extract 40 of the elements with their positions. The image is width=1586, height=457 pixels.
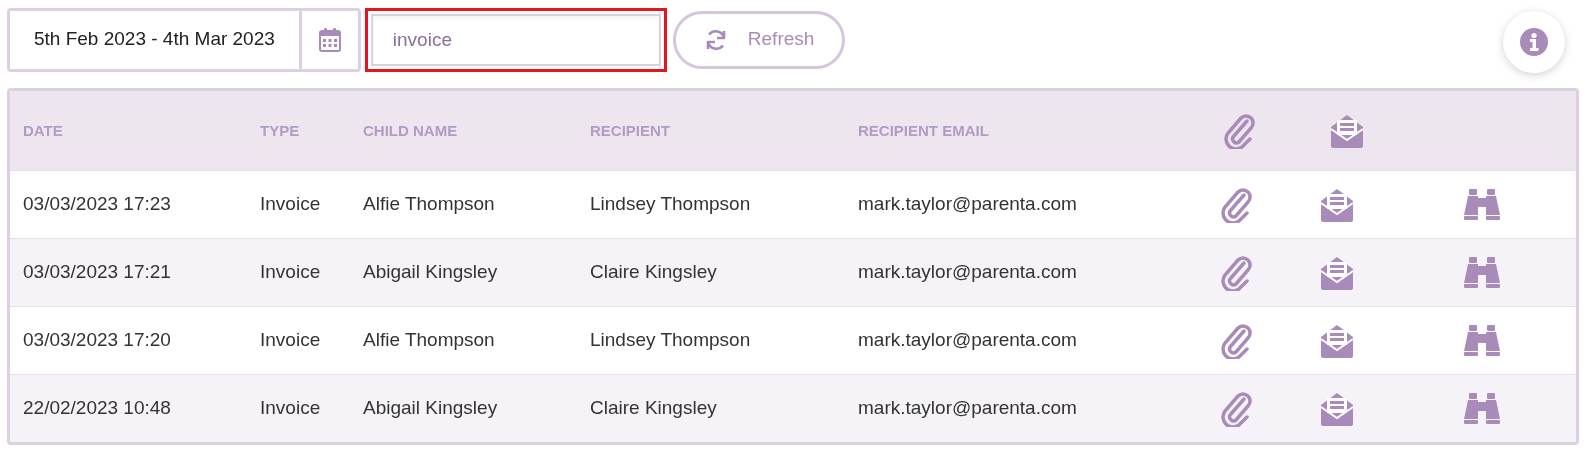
table-cell: Invoice bbox=[260, 397, 321, 419]
table-cell: Invoice bbox=[260, 329, 321, 351]
paperclip-icon[interactable] bbox=[1219, 322, 1252, 359]
table-cell: 03/03/2023 17:20 bbox=[23, 329, 171, 351]
table-cell: mark.taylor@parenta.com bbox=[858, 329, 1077, 351]
table-cell: Alfie Thompson bbox=[363, 193, 495, 215]
paperclip-icon[interactable] bbox=[1219, 390, 1252, 427]
info-icon bbox=[1520, 27, 1548, 56]
table-cell: 03/03/2023 17:21 bbox=[23, 261, 171, 283]
table-cell: Invoice bbox=[260, 193, 321, 215]
binoculars-icon[interactable] bbox=[1463, 256, 1501, 289]
table-cell: 22/02/2023 10:48 bbox=[23, 397, 171, 419]
binoculars-icon[interactable] bbox=[1463, 188, 1501, 221]
binoculars-icon[interactable] bbox=[1463, 392, 1501, 425]
calendar-icon bbox=[318, 27, 341, 52]
column-header: TYPE bbox=[260, 121, 300, 139]
table-cell: Alfie Thompson bbox=[363, 329, 495, 351]
table-cell: Claire Kingsley bbox=[590, 397, 717, 419]
table-cell: mark.taylor@parenta.com bbox=[858, 261, 1077, 283]
table-cell: mark.taylor@parenta.com bbox=[858, 397, 1077, 419]
open-envelope-icon bbox=[1328, 112, 1366, 149]
paperclip-icon bbox=[1223, 112, 1255, 149]
table-cell: 03/03/2023 17:23 bbox=[23, 193, 171, 215]
column-header: DATE bbox=[23, 121, 63, 139]
table-cell: Claire Kingsley bbox=[590, 261, 717, 283]
column-header: RECIPIENT bbox=[590, 121, 670, 139]
paperclip-icon[interactable] bbox=[1219, 186, 1252, 223]
table-cell: Abigail Kingsley bbox=[363, 261, 498, 283]
table-cell: Lindsey Thompson bbox=[590, 193, 751, 215]
binoculars-icon[interactable] bbox=[1463, 324, 1501, 357]
paperclip-icon[interactable] bbox=[1219, 254, 1252, 291]
table-cell: Invoice bbox=[260, 261, 321, 283]
refresh-button[interactable]: Refresh bbox=[672, 10, 846, 69]
info-button[interactable] bbox=[1503, 10, 1565, 73]
table-cell: Lindsey Thompson bbox=[590, 329, 751, 351]
table-cell: Abigail Kingsley bbox=[363, 397, 498, 419]
column-header: CHILD NAME bbox=[363, 121, 458, 139]
table-cell: mark.taylor@parenta.com bbox=[858, 193, 1077, 215]
column-header: RECIPIENT EMAIL bbox=[858, 121, 989, 139]
search-field[interactable]: invoice bbox=[370, 13, 661, 66]
